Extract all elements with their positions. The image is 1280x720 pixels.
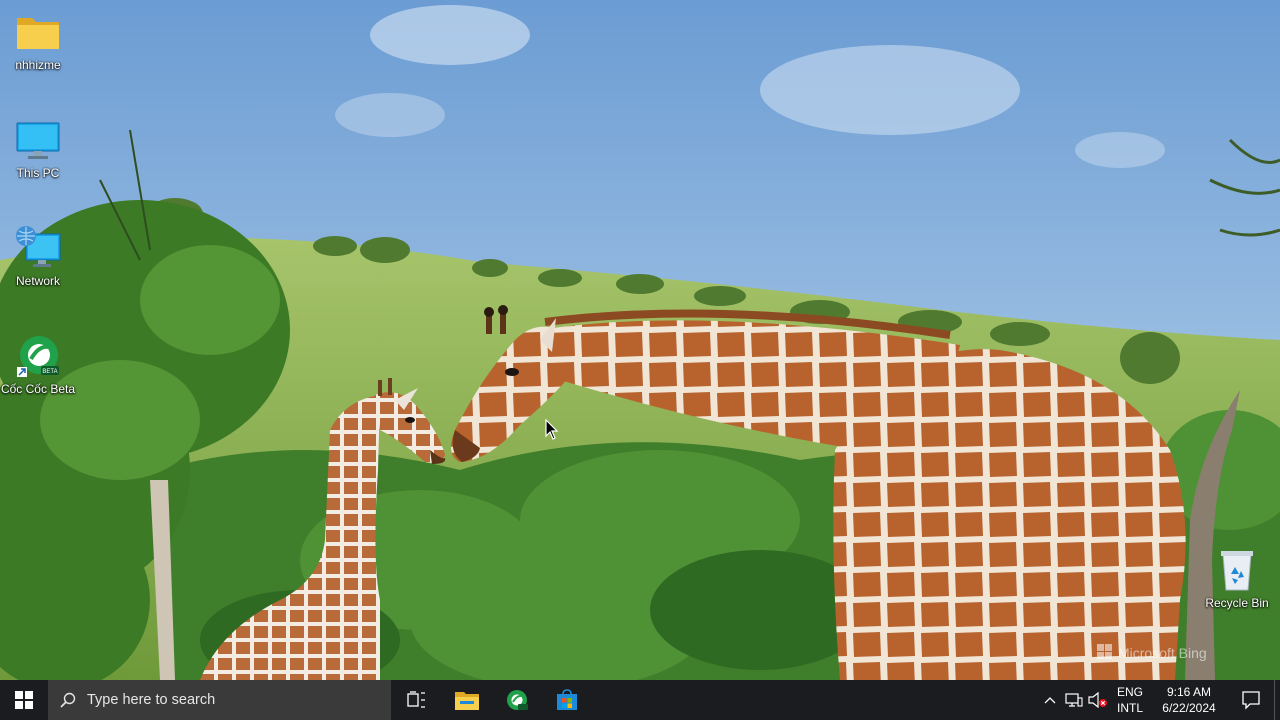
svg-text:BETA: BETA xyxy=(42,369,57,375)
network-tray-button[interactable] xyxy=(1062,680,1086,720)
taskbar-search-box[interactable]: Type here to search xyxy=(48,680,391,720)
task-view-icon xyxy=(407,691,425,708)
network-icon xyxy=(14,224,62,272)
clock-date: 6/22/2024 xyxy=(1162,701,1216,715)
chevron-up-icon xyxy=(1044,697,1056,704)
coccoc-icon xyxy=(507,690,528,710)
taskbar: Type here to search ENG INTL 9:16 AM 6/2… xyxy=(0,680,1280,720)
desktop-icon-coccoc-beta[interactable]: BETA Cốc Cốc Beta xyxy=(0,332,76,396)
recycle-bin-icon xyxy=(1213,546,1261,594)
taskbar-clock[interactable]: 9:16 AM 6/22/2024 xyxy=(1150,684,1228,716)
input-language-indicator[interactable]: ENG INTL xyxy=(1110,684,1150,716)
microsoft-store-button[interactable] xyxy=(542,680,592,720)
search-icon xyxy=(60,692,76,708)
desktop-icon-label: Recycle Bin xyxy=(1205,596,1269,610)
clock-time: 9:16 AM xyxy=(1166,685,1212,699)
show-desktop-button[interactable] xyxy=(1274,680,1280,720)
coccoc-taskbar-button[interactable] xyxy=(492,680,542,720)
desktop-icon-label: This PC xyxy=(16,166,60,180)
desktop-icon-this-pc[interactable]: This PC xyxy=(0,116,76,180)
system-tray: ENG INTL 9:16 AM 6/22/2024 xyxy=(1038,680,1280,720)
keyboard-layout: INTL xyxy=(1116,701,1143,715)
task-view-button[interactable] xyxy=(392,680,442,720)
file-explorer-button[interactable] xyxy=(442,680,492,720)
language-code: ENG xyxy=(1116,685,1143,699)
desktop-wallpaper: Microsoft Bing xyxy=(0,0,1280,680)
mouse-cursor-icon xyxy=(545,418,559,446)
desktop-icon-label: nhhizme xyxy=(15,58,61,72)
file-explorer-icon xyxy=(455,692,479,710)
notification-icon xyxy=(1242,691,1260,710)
desktop-icon-label: Cốc Cốc Beta xyxy=(0,382,76,396)
search-placeholder: Type here to search xyxy=(87,692,216,708)
desktop-icon-network[interactable]: Network xyxy=(0,224,76,288)
desktop-icon-label: Network xyxy=(15,274,60,288)
volume-tray-button[interactable] xyxy=(1086,680,1110,720)
desktop-icon-nhhizme[interactable]: nhhizme xyxy=(0,8,76,72)
desktop-icon-recycle-bin[interactable]: Recycle Bin xyxy=(1199,546,1275,610)
microsoft-bing-watermark: Microsoft Bing xyxy=(1118,645,1207,661)
monitor-icon xyxy=(14,116,62,164)
show-hidden-icons-button[interactable] xyxy=(1038,680,1062,720)
folder-icon xyxy=(14,8,62,56)
network-status-icon xyxy=(1065,693,1083,707)
windows-logo-icon xyxy=(15,691,33,709)
action-center-button[interactable] xyxy=(1228,680,1274,720)
start-button[interactable] xyxy=(0,680,48,720)
speaker-muted-icon xyxy=(1088,692,1107,708)
coccoc-beta-icon: BETA xyxy=(14,332,62,380)
microsoft-store-icon xyxy=(557,689,577,710)
